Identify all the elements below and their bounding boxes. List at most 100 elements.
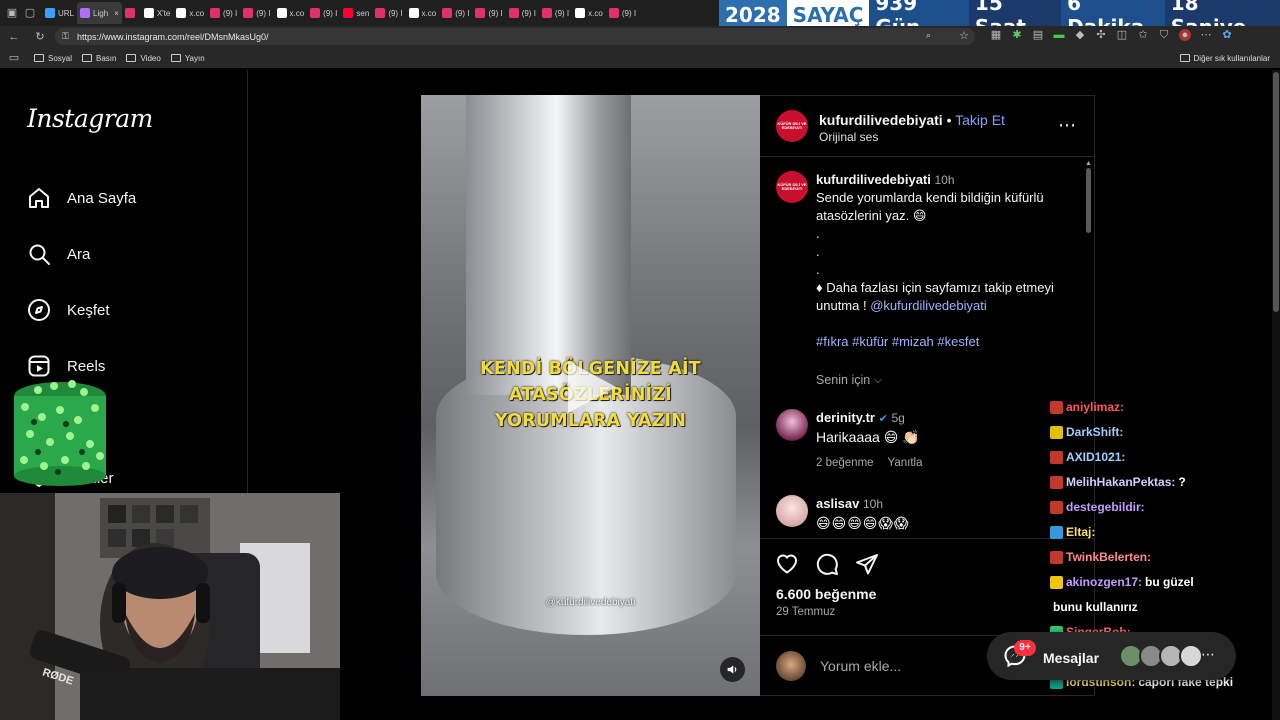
browser-tab[interactable]: (9) I — [207, 2, 240, 24]
like-heart-icon[interactable] — [775, 552, 799, 576]
mention-link[interactable]: @kufurdilivedebiyati — [870, 298, 987, 313]
instagram-logo[interactable]: Instagram — [27, 104, 153, 133]
chat-username[interactable]: destegebildir: — [1066, 495, 1145, 520]
share-icon[interactable] — [855, 552, 879, 576]
follow-button[interactable]: Takip Et — [955, 112, 1005, 128]
chat-username[interactable]: akinozgen17: — [1066, 570, 1142, 595]
chat-username[interactable]: DarkShift: — [1066, 420, 1123, 445]
caption-avatar[interactable]: KÜFÜR DİLİ VE EDEBİYATI — [776, 171, 808, 203]
browser-tab[interactable]: (9) I — [539, 2, 572, 24]
extension-icon[interactable]: ✱ — [1011, 29, 1023, 41]
bookmark-star-icon[interactable]: ☆ — [959, 29, 969, 42]
comment-icon[interactable] — [815, 552, 839, 576]
caption-username[interactable]: kufurdilivedebiyati — [816, 172, 931, 187]
shield-icon[interactable]: ⛉ — [1158, 29, 1170, 41]
comment-username[interactable]: aslisav — [816, 496, 859, 511]
browser-tab[interactable]: (9) I — [606, 2, 639, 24]
browser-tab[interactable]: (9) I — [372, 2, 405, 24]
extension-icon[interactable]: ▬ — [1053, 29, 1065, 41]
add-comment-input[interactable]: Yorum ekle... — [820, 658, 901, 674]
nav-label: Ara — [67, 245, 91, 263]
comment-username[interactable]: derinity.tr — [816, 410, 875, 425]
comments-scrollbar[interactable] — [1086, 168, 1091, 233]
extension-icon[interactable]: ◆ — [1074, 29, 1086, 41]
browser-tab[interactable]: (9) I — [439, 2, 472, 24]
reading-list-icon[interactable]: ▭ — [8, 52, 20, 64]
browser-tab[interactable]: x.co — [572, 2, 606, 24]
extension-icon[interactable]: ▤ — [1032, 29, 1044, 41]
site-info-icon[interactable]: ⚿ — [62, 31, 69, 42]
messages-button[interactable]: 9+ Mesajlar ⋯ — [987, 632, 1236, 680]
copilot-icon[interactable]: ✿ — [1221, 29, 1233, 41]
chat-username[interactable]: AXID1021: — [1066, 445, 1125, 470]
audio-label[interactable]: Orijinal ses — [819, 130, 878, 144]
page-scrollbar[interactable] — [1272, 70, 1280, 720]
browser-tab[interactable]: X'te — [141, 2, 174, 24]
tab-favicon-icon — [143, 8, 154, 18]
extensions-puzzle-icon[interactable]: ✣ — [1095, 29, 1107, 41]
split-screen-icon[interactable]: ◫ — [1116, 29, 1128, 41]
caption-dot: . — [816, 226, 820, 241]
press-cylinder — [466, 95, 631, 395]
browser-tab[interactable]: x.co — [173, 2, 207, 24]
likes-count[interactable]: 6.600 beğenme — [776, 586, 876, 602]
tab-actions-icon[interactable]: ▢ — [24, 7, 36, 19]
reply-button[interactable]: Yanıtla — [888, 457, 923, 469]
scrollbar-thumb[interactable] — [1273, 72, 1279, 312]
more-options-icon[interactable]: ⋯ — [1058, 115, 1077, 136]
play-icon[interactable] — [560, 357, 620, 417]
tab-title: URL — [58, 8, 75, 18]
chat-username[interactable]: Eltaj: — [1066, 520, 1095, 545]
divider — [760, 538, 1095, 539]
chat-username[interactable]: aniylimaz: — [1066, 395, 1124, 420]
zoom-icon[interactable]: ⌕ — [926, 30, 931, 41]
back-icon[interactable]: ← — [8, 31, 20, 43]
browser-tab[interactable]: x.co — [406, 2, 440, 24]
chat-message: bunu kullanırız — [1050, 595, 1270, 620]
chat-username[interactable]: MelihHakanPektas: — [1066, 470, 1175, 495]
nav-search[interactable]: Ara — [27, 242, 90, 266]
nav-home[interactable]: Ana Sayfa — [27, 186, 136, 210]
tab-favicon-icon — [176, 8, 187, 18]
bookmarks-bar: ▭ Sosyal Basın Video Yayın Diğer sık kullan… — [0, 48, 1280, 68]
browser-tab[interactable]: x.co — [274, 2, 308, 24]
nav-explore[interactable]: Keşfet — [27, 298, 110, 322]
verified-badge-icon: ✔ — [878, 413, 888, 425]
author-username[interactable]: kufurdilivedebiyati — [819, 112, 943, 128]
bookmark-folder[interactable]: Yayın — [170, 54, 205, 63]
contact-avatar[interactable] — [1179, 644, 1203, 668]
commenter-avatar[interactable] — [776, 409, 808, 441]
comment-sort-dropdown[interactable]: Senin için ⌵ — [816, 373, 882, 387]
bookmark-folder[interactable]: Basın — [82, 54, 116, 63]
bookmark-folder[interactable]: Sosyal — [34, 54, 72, 63]
bookmark-folder[interactable]: Video — [126, 54, 161, 63]
extension-icon[interactable]: ▦ — [990, 29, 1002, 41]
author-avatar[interactable]: KÜFÜR DİLİ VE EDEBİYATI — [776, 110, 808, 142]
comment-likes[interactable]: 2 beğenme — [816, 457, 874, 469]
other-bookmarks[interactable]: Diğer sık kullanılanlar — [1179, 54, 1270, 63]
commenter-avatar[interactable] — [776, 495, 808, 527]
chat-username[interactable]: TwinkBelerten: — [1066, 545, 1151, 570]
browser-tab[interactable]: sen — [340, 2, 372, 24]
counter-year: 2028 — [719, 0, 787, 29]
url-input[interactable]: ⚿ https://www.instagram.com/reel/DMsnMka… — [55, 28, 975, 45]
browser-tab[interactable]: (9) I — [472, 2, 505, 24]
more-icon[interactable]: ⋯ — [1201, 646, 1215, 663]
hashtags[interactable]: #fıkra #küfür #mizah #kesfet — [816, 333, 1086, 351]
close-tab-icon[interactable]: × — [114, 9, 119, 18]
scroll-up-icon[interactable]: ▲ — [1085, 160, 1092, 167]
browser-tab[interactable]: (9) I — [506, 2, 539, 24]
reload-icon[interactable]: ↻ — [34, 31, 46, 43]
mute-button[interactable] — [720, 657, 745, 682]
browser-tab[interactable]: URL — [42, 2, 77, 24]
browser-tab[interactable]: (9) I — [240, 2, 273, 24]
browser-tab[interactable]: Ligh × — [77, 2, 122, 24]
favorites-icon[interactable]: ✩ — [1137, 29, 1149, 41]
profile-avatar-icon[interactable]: ● — [1179, 29, 1191, 41]
browser-tab[interactable]: (9) I — [307, 2, 340, 24]
browser-tab[interactable] — [122, 2, 141, 24]
workspaces-icon[interactable]: ▣ — [6, 7, 18, 19]
tab-favicon-icon — [541, 8, 552, 18]
more-icon[interactable]: ⋯ — [1200, 29, 1212, 41]
caption-promo-line1: ♦ Daha fazlası için sayfamızı takip etme… — [816, 280, 1054, 295]
